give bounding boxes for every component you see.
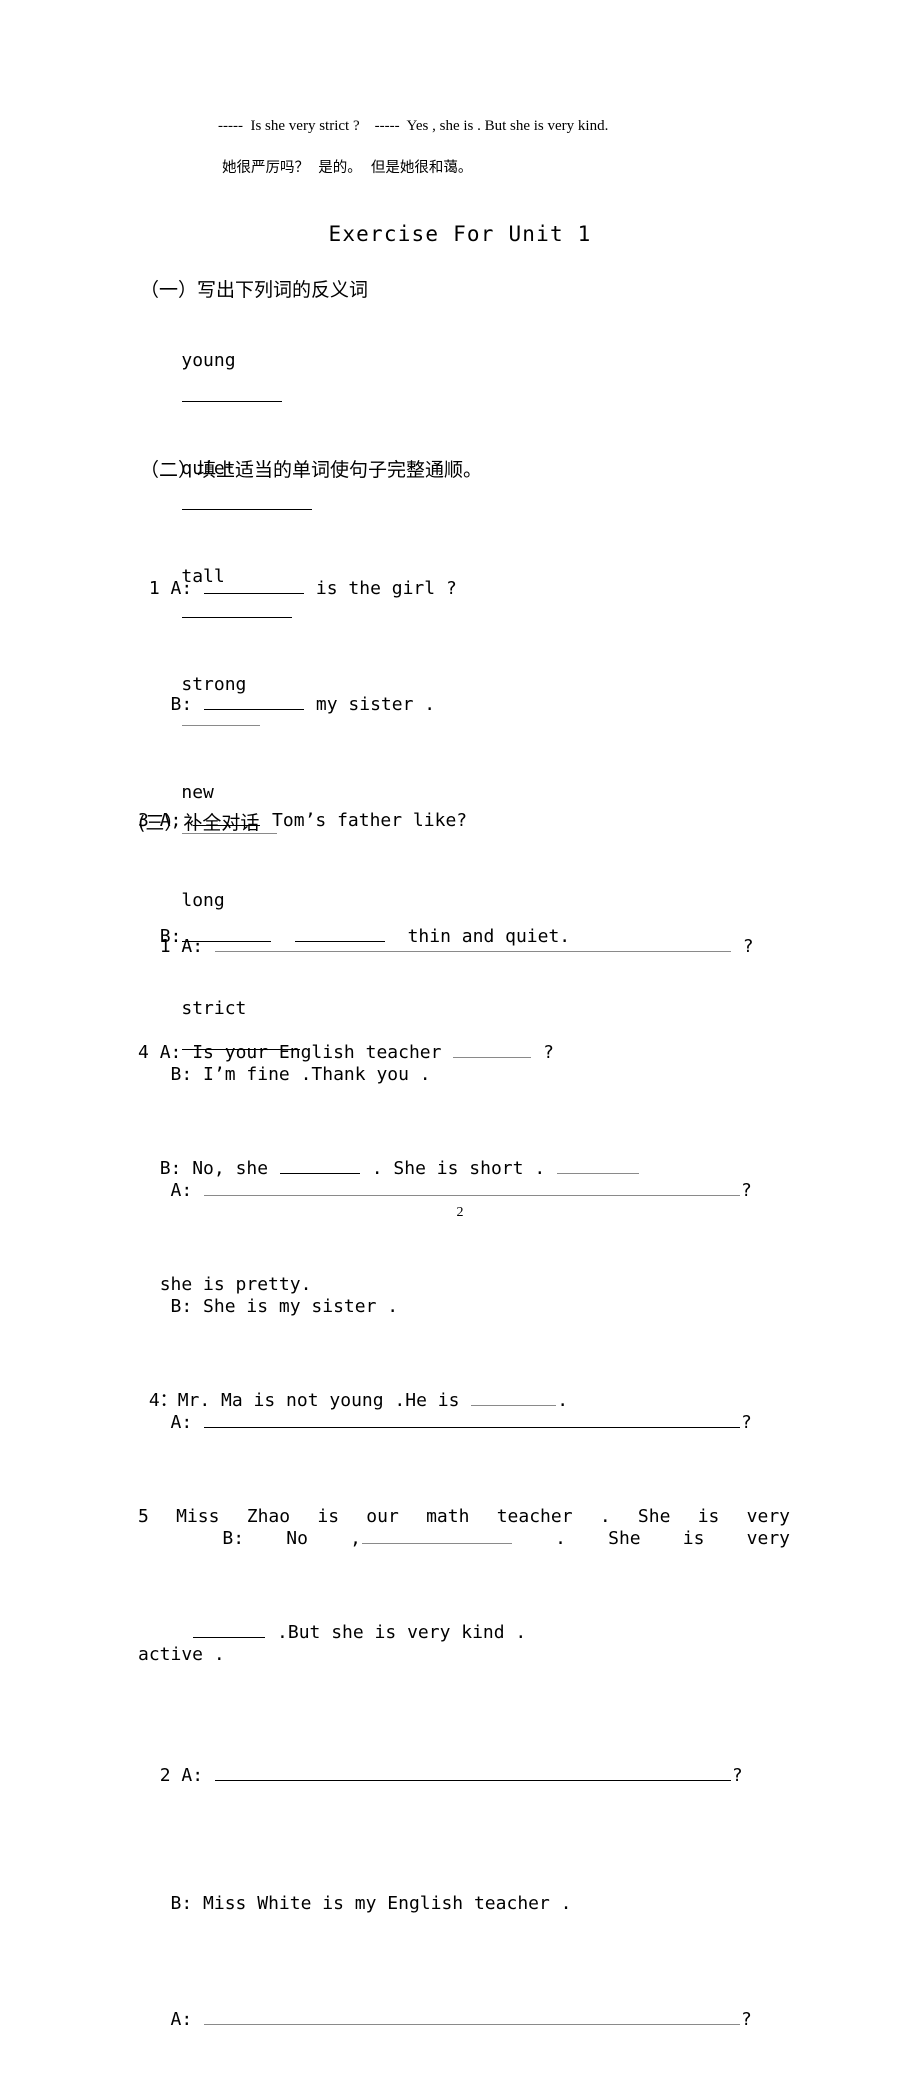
item-text: Miss White is my English teacher . bbox=[203, 1893, 572, 1914]
header-dialogue-chinese: 她很严厉吗？ 是的。 但是她很和蔼。 bbox=[222, 160, 473, 176]
item-2-1-a: 1 A: is the girl ? bbox=[138, 574, 790, 603]
speaker-label: A: bbox=[170, 1412, 193, 1433]
section-two-heading: （二）填上适当的单词使句子完整通顺。 bbox=[140, 459, 483, 481]
item-text: active . bbox=[138, 1644, 225, 1665]
item-text: I’m fine .Thank you . bbox=[203, 1064, 431, 1085]
blank-3-1a[interactable] bbox=[214, 934, 731, 952]
item-3-2-b: B: She is my sister . bbox=[138, 1292, 790, 1321]
item-text: She is my sister . bbox=[203, 1296, 399, 1317]
document-page: ----- Is she very strict ? ----- Yes , s… bbox=[0, 0, 920, 2030]
item-text: my sister . bbox=[305, 694, 436, 715]
word-young: young bbox=[181, 350, 236, 371]
item-3-3-b-cont: active . bbox=[138, 1640, 790, 1669]
section-three-heading: (三）补全对话 bbox=[138, 812, 260, 834]
header-dialogue-english: ----- Is she very strict ? ----- Yes , s… bbox=[218, 118, 609, 134]
sep bbox=[181, 422, 224, 443]
speaker-label: A: bbox=[170, 578, 193, 599]
speaker-label: A: bbox=[181, 936, 204, 957]
blank-1b[interactable] bbox=[204, 692, 305, 710]
speaker-label: B: bbox=[170, 1893, 193, 1914]
page-title: Exercise For Unit 1 bbox=[328, 222, 592, 246]
item-text: is the girl ? bbox=[305, 578, 457, 599]
blank-young[interactable] bbox=[182, 384, 283, 402]
item-text: ? bbox=[741, 1180, 752, 1201]
speaker-label: A: bbox=[181, 1765, 204, 1786]
page-number: 2 bbox=[456, 1205, 464, 1220]
speaker-label: B: bbox=[170, 1064, 193, 1085]
speaker-label: A: bbox=[170, 2009, 193, 2030]
blank-3-2a[interactable] bbox=[204, 1178, 741, 1196]
item-3-4-b: B: Miss White is my English teacher . bbox=[138, 1889, 790, 1918]
item-3-2-a: A: ? bbox=[138, 1176, 790, 1205]
item-number: 1 bbox=[159, 936, 171, 957]
item-text: ? bbox=[731, 1765, 743, 1786]
blank-3-3a[interactable] bbox=[204, 1410, 741, 1428]
blank-3-4a[interactable] bbox=[214, 1763, 731, 1781]
item-3-1-b: B: I’m fine .Thank you . bbox=[138, 1060, 790, 1089]
item-text: Tom’s father like? bbox=[261, 810, 468, 831]
item-text: ? bbox=[741, 2009, 752, 2030]
speaker-label: A: bbox=[170, 1180, 193, 1201]
section-three-items: 1 A: ? B: I’m fine .Thank you . A: ? B: … bbox=[138, 840, 790, 2092]
item-3-4-a: 2 A: ? bbox=[138, 1756, 790, 1802]
item-text: No , bbox=[286, 1528, 361, 1549]
pad bbox=[138, 1528, 222, 1549]
item-2-1-b: B: my sister . bbox=[138, 690, 790, 719]
item-text: . She is very bbox=[512, 1528, 790, 1549]
speaker-label: B: bbox=[170, 694, 193, 715]
item-number: 2 bbox=[159, 1765, 171, 1786]
speaker-label: B: bbox=[170, 1296, 193, 1317]
section-one-heading: （一）写出下列词的反义词 bbox=[140, 279, 369, 301]
blank-3-3b[interactable] bbox=[361, 1526, 512, 1544]
item-3-5-a: A: ? bbox=[138, 2005, 790, 2034]
item-3-1-a: 1 A: ? bbox=[138, 927, 790, 973]
item-3-3-a: A: ? bbox=[138, 1408, 790, 1437]
blank-3-5a[interactable] bbox=[204, 2007, 741, 2025]
item-text: ? bbox=[741, 1412, 752, 1433]
speaker-label: B: bbox=[222, 1528, 245, 1549]
item-3-3-b: B: No , . She is very bbox=[138, 1524, 790, 1553]
blank-1a[interactable] bbox=[204, 576, 305, 594]
item-number: 1 bbox=[148, 578, 160, 599]
item-text: ? bbox=[731, 936, 754, 957]
